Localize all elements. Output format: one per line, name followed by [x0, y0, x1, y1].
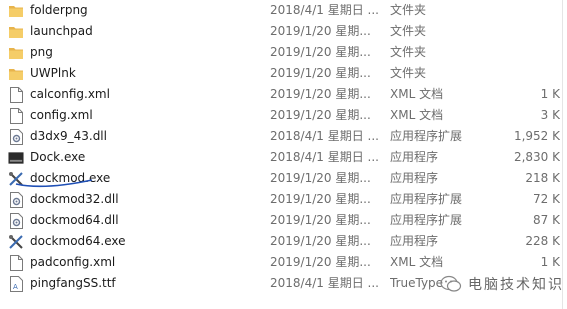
- file-type: XML 文档: [390, 108, 444, 122]
- file-size: 3 K: [540, 108, 560, 122]
- document-icon: [8, 252, 24, 273]
- svg-text:A: A: [13, 283, 18, 291]
- file-size: 72 K: [533, 192, 560, 206]
- file-name: dockmod64.dll: [30, 213, 119, 227]
- folder-icon: [8, 21, 24, 42]
- file-type: 文件夹: [390, 24, 427, 38]
- file-list: folderpng 2018/4/1 星期日 ... 文件夹 launchpad 201…: [0, 0, 567, 294]
- file-size: 1 K: [540, 255, 560, 269]
- folder-icon: [8, 0, 24, 21]
- file-date: 2019/1/20 星期...: [270, 45, 371, 59]
- document-icon: [8, 84, 24, 105]
- file-type: 应用程序扩展: [390, 192, 463, 206]
- file-type: 应用程序: [390, 234, 439, 248]
- file-type: XML 文档: [390, 255, 444, 269]
- file-name: png: [30, 45, 53, 59]
- file-name: UWPlnk: [30, 66, 76, 80]
- file-name: calconfig.xml: [30, 87, 110, 101]
- file-name: dockmod64.exe: [30, 234, 126, 248]
- file-row[interactable]: Dock.exe 2018/4/1 星期日 ... 应用程序 2,830 K: [0, 147, 567, 168]
- file-size: 228 K: [525, 234, 560, 248]
- file-name: folderpng: [30, 3, 88, 17]
- dock-app-icon: [8, 147, 24, 168]
- file-name: padconfig.xml: [30, 255, 116, 269]
- file-size: 1 K: [540, 87, 560, 101]
- folder-icon: [8, 63, 24, 84]
- dll-gear-icon: [8, 126, 24, 147]
- file-size: [500, 0, 560, 21]
- file-name: pingfangSS.ttf: [30, 276, 116, 290]
- file-type: 文件夹: [390, 66, 427, 80]
- watermark-text: 电脑技术知识: [468, 277, 564, 293]
- file-type: 应用程序: [390, 150, 439, 164]
- file-date: 2019/1/20 星期...: [270, 108, 371, 122]
- file-date: 2019/1/20 星期...: [270, 234, 371, 248]
- font-file-icon: A: [8, 273, 24, 294]
- file-row[interactable]: d3dx9_43.dll 2018/4/1 星期日 ... 应用程序扩展 1,952 …: [0, 126, 567, 147]
- file-row[interactable]: dockmod64.dll 2019/1/20 星期... 应用程序扩展 87 K: [0, 210, 567, 231]
- file-date: 2019/1/20 星期...: [270, 192, 371, 206]
- dll-gear-icon: [8, 210, 24, 231]
- file-date: 2018/4/1 星期日 ...: [270, 3, 379, 17]
- file-type: 应用程序扩展: [390, 213, 463, 227]
- file-row[interactable]: png 2019/1/20 星期... 文件夹: [0, 42, 567, 63]
- file-date: 2019/1/20 星期...: [270, 87, 371, 101]
- file-row[interactable]: launchpad 2019/1/20 星期... 文件夹: [0, 21, 567, 42]
- file-type: 应用程序: [390, 171, 439, 185]
- watermark: 电脑技术知识: [440, 272, 564, 296]
- file-type: 文件夹: [390, 3, 427, 17]
- file-size: 1,952 K: [513, 129, 560, 143]
- file-size: [500, 42, 560, 63]
- file-type: 文件夹: [390, 45, 427, 59]
- file-row[interactable]: padconfig.xml 2019/1/20 星期... XML 文档 1 K: [0, 252, 567, 273]
- file-date: 2018/4/1 星期日 ...: [270, 150, 379, 164]
- file-name: d3dx9_43.dll: [30, 129, 107, 143]
- file-name: Dock.exe: [30, 150, 86, 164]
- file-name: config.xml: [30, 108, 93, 122]
- hand-drawn-underline: [15, 179, 93, 188]
- file-date: 2018/4/1 星期日 ...: [270, 276, 379, 290]
- file-date: 2018/4/1 星期日 ...: [270, 129, 379, 143]
- file-name: launchpad: [30, 24, 93, 38]
- file-date: 2019/1/20 星期...: [270, 213, 371, 227]
- file-date: 2019/1/20 星期...: [270, 66, 371, 80]
- file-row[interactable]: config.xml 2019/1/20 星期... XML 文档 3 K: [0, 105, 567, 126]
- document-icon: [8, 105, 24, 126]
- file-type: 应用程序扩展: [390, 129, 463, 143]
- tools-icon: [8, 231, 24, 252]
- column-divider: [562, 0, 563, 309]
- file-size: 218 K: [525, 171, 560, 185]
- file-size: 87 K: [533, 213, 560, 227]
- file-row[interactable]: dockmod32.dll 2019/1/20 星期... 应用程序扩展 72 K: [0, 189, 567, 210]
- file-date: 2019/1/20 星期...: [270, 255, 371, 269]
- file-size: [500, 63, 560, 84]
- file-row[interactable]: UWPlnk 2019/1/20 星期... 文件夹: [0, 63, 567, 84]
- file-size: [500, 21, 560, 42]
- file-date: 2019/1/20 星期...: [270, 24, 371, 38]
- file-name: dockmod32.dll: [30, 192, 119, 206]
- folder-icon: [8, 42, 24, 63]
- file-date: 2019/1/20 星期...: [270, 171, 371, 185]
- file-type: XML 文档: [390, 87, 444, 101]
- dll-gear-icon: [8, 189, 24, 210]
- file-size: 2,830 K: [513, 150, 560, 164]
- file-row[interactable]: calconfig.xml 2019/1/20 星期... XML 文档 1 K: [0, 84, 567, 105]
- wechat-icon: [440, 275, 462, 292]
- file-row[interactable]: dockmod64.exe 2019/1/20 星期... 应用程序 228 K: [0, 231, 567, 252]
- file-row[interactable]: folderpng 2018/4/1 星期日 ... 文件夹: [0, 0, 567, 21]
